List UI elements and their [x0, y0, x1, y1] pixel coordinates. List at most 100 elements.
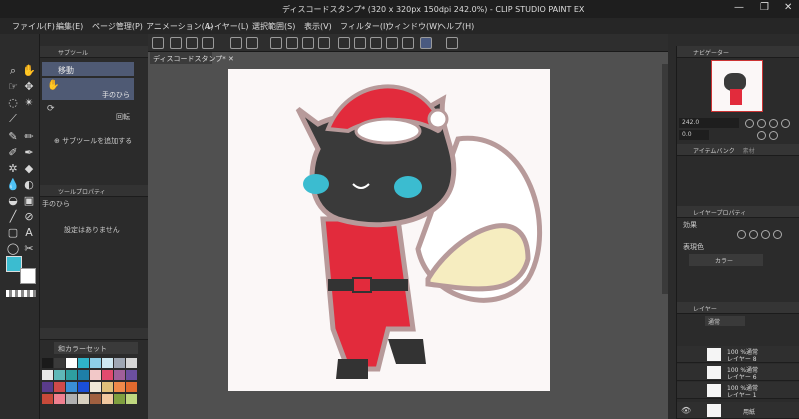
- effect-tone-icon[interactable]: [749, 230, 758, 239]
- undo-icon[interactable]: [230, 37, 242, 49]
- color-swatch[interactable]: [54, 382, 65, 392]
- open-icon[interactable]: [186, 37, 198, 49]
- ruler-icon[interactable]: ⊘: [22, 210, 36, 224]
- blend-icon[interactable]: 💧: [6, 178, 20, 192]
- item-bank-tab[interactable]: 素材: [743, 148, 755, 155]
- color-swatch[interactable]: [90, 394, 101, 404]
- crop-icon[interactable]: [354, 37, 366, 49]
- zoom-tool-icon[interactable]: ⌕: [6, 64, 20, 78]
- color-set-dropdown[interactable]: 和カラーセット: [54, 342, 138, 354]
- navigator-preview[interactable]: [711, 60, 763, 112]
- sub-color-swatch[interactable]: [20, 268, 36, 284]
- subtool-item-rotate[interactable]: ⟳ 回転: [42, 102, 134, 121]
- tablet-icon[interactable]: [420, 37, 432, 49]
- check-icon[interactable]: [386, 37, 398, 49]
- gradient-icon[interactable]: ◒: [6, 194, 20, 208]
- color-swatch[interactable]: [54, 358, 65, 368]
- maximize-button[interactable]: ❐: [760, 2, 769, 13]
- transform-icon[interactable]: [318, 37, 330, 49]
- transparent-color-icon[interactable]: [6, 290, 36, 297]
- effect-layer-color-icon[interactable]: [761, 230, 770, 239]
- layer-row[interactable]: 100 %通常 レイヤー 1: [677, 382, 799, 399]
- close-button[interactable]: ✕: [784, 2, 792, 13]
- color-swatch[interactable]: [114, 382, 125, 392]
- color-swatch[interactable]: [78, 370, 89, 380]
- color-swatch[interactable]: [42, 358, 53, 368]
- blend-mode-dropdown[interactable]: 通常: [705, 316, 745, 326]
- fill-icon[interactable]: [302, 37, 314, 49]
- menu-filter[interactable]: フィルター(I): [340, 21, 388, 32]
- color-swatch[interactable]: [102, 370, 113, 380]
- color-swatch[interactable]: [54, 394, 65, 404]
- airbrush-icon[interactable]: ✒: [22, 146, 36, 160]
- lasso-icon[interactable]: ◌: [6, 96, 20, 110]
- color-swatch[interactable]: [66, 382, 77, 392]
- clear-outside-icon[interactable]: [286, 37, 298, 49]
- effect-border-icon[interactable]: [737, 230, 746, 239]
- deselect-icon[interactable]: [338, 37, 350, 49]
- expression-color-dropdown[interactable]: カラー: [689, 254, 763, 266]
- color-swatch[interactable]: [114, 394, 125, 404]
- menu-window[interactable]: ウィンドウ(W): [386, 21, 440, 32]
- rotate-right-icon[interactable]: [769, 131, 778, 140]
- move-layer-icon[interactable]: ☞: [6, 80, 20, 94]
- color-swatch[interactable]: [42, 382, 53, 392]
- text-tool-icon[interactable]: A: [22, 226, 36, 240]
- line-icon[interactable]: ╱: [6, 210, 20, 224]
- color-swatch[interactable]: [114, 370, 125, 380]
- add-subtool-button[interactable]: ⊕ サブツールを追加する: [54, 136, 132, 146]
- menu-selection[interactable]: 選択範囲(S): [252, 21, 295, 32]
- menu-layer[interactable]: レイヤー(L): [206, 21, 248, 32]
- color-swatch[interactable]: [102, 394, 113, 404]
- minimize-button[interactable]: —: [734, 2, 744, 13]
- menu-file[interactable]: ファイル(F): [12, 21, 55, 32]
- color-swatch[interactable]: [102, 358, 113, 368]
- color-swatch[interactable]: [126, 382, 137, 392]
- layer-row[interactable]: 100 %通常 レイヤー 8: [677, 346, 799, 363]
- menu-edit[interactable]: 編集(E): [56, 21, 83, 32]
- redo-icon[interactable]: [246, 37, 258, 49]
- color-swatch[interactable]: [42, 370, 53, 380]
- color-swatch[interactable]: [126, 370, 137, 380]
- eraser-icon[interactable]: ◆: [22, 162, 36, 176]
- color-swatch[interactable]: [126, 394, 137, 404]
- zoom-field[interactable]: 242.0: [679, 118, 739, 128]
- layer-row[interactable]: 100 %通常 レイヤー 6: [677, 364, 799, 381]
- figure-icon[interactable]: ▣: [22, 194, 36, 208]
- edit-check-icon[interactable]: [402, 37, 414, 49]
- brush-icon[interactable]: ✐: [6, 146, 20, 160]
- color-swatch[interactable]: [78, 394, 89, 404]
- pen-icon[interactable]: ✎: [6, 130, 20, 144]
- fill-tool-icon[interactable]: ◐: [22, 178, 36, 192]
- fit-icon[interactable]: [769, 119, 778, 128]
- color-swatch[interactable]: [54, 370, 65, 380]
- color-swatch[interactable]: [78, 382, 89, 392]
- vertical-scrollbar[interactable]: [662, 64, 668, 294]
- color-swatch[interactable]: [90, 370, 101, 380]
- hand-tool-icon[interactable]: ✋: [22, 64, 36, 78]
- color-swatch[interactable]: [42, 394, 53, 404]
- operation-icon[interactable]: ✥: [22, 80, 36, 94]
- layer-row-paper[interactable]: 👁 用紙: [677, 402, 799, 419]
- help-icon[interactable]: [446, 37, 458, 49]
- color-swatch[interactable]: [66, 358, 77, 368]
- color-swatch[interactable]: [114, 358, 125, 368]
- subtool-item-hand[interactable]: ✋ 手のひら: [42, 78, 134, 100]
- magic-wand-icon[interactable]: ✴: [22, 96, 36, 110]
- color-swatch[interactable]: [90, 382, 101, 392]
- menu-page[interactable]: ページ管理(P): [92, 21, 143, 32]
- color-swatch[interactable]: [78, 358, 89, 368]
- menu-view[interactable]: 表示(V): [304, 21, 332, 32]
- canvas-paper[interactable]: [228, 69, 550, 391]
- new-file-icon[interactable]: [170, 37, 182, 49]
- invert-selection-icon[interactable]: [370, 37, 382, 49]
- clear-icon[interactable]: [270, 37, 282, 49]
- save-icon[interactable]: [202, 37, 214, 49]
- angle-field[interactable]: 0.0: [679, 130, 709, 140]
- frame-icon[interactable]: ▢: [6, 226, 20, 240]
- color-swatch[interactable]: [102, 382, 113, 392]
- pencil-icon[interactable]: ✏: [22, 130, 36, 144]
- color-swatch[interactable]: [66, 370, 77, 380]
- tab-document[interactable]: ディスコードスタンプ* ✕: [150, 52, 234, 64]
- visibility-eye-icon[interactable]: 👁: [681, 406, 691, 415]
